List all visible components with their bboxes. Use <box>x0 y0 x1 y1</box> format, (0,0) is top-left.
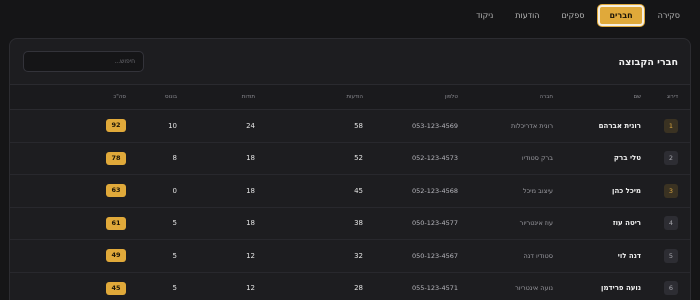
thanks-count: 18 <box>246 154 255 163</box>
thanks-count: 12 <box>246 251 255 260</box>
header-name[interactable]: שם <box>553 84 645 110</box>
messages-count: 58 <box>354 121 363 130</box>
member-company: עיצוב מיכל <box>523 186 553 195</box>
member-company: עוז אינטריור <box>519 219 553 228</box>
table-row[interactable]: 1 רונית אברהם רונית אדריכלות 053-123-456… <box>10 110 690 142</box>
score-badge: 78 <box>106 151 126 165</box>
score-badge: 61 <box>106 216 126 230</box>
bonus-count: 5 <box>172 219 177 228</box>
member-name[interactable]: ריטה עוז <box>613 219 641 227</box>
thanks-count: 24 <box>246 121 255 130</box>
table-row[interactable]: 5 דנה לוי סטודיו דנה 050-123-4567 32 12 … <box>10 240 690 272</box>
score-badge: 45 <box>106 281 126 295</box>
score-badge: 49 <box>106 249 126 263</box>
app-root: סקירה חברים ספקים הודעות ניקוד חברי הקבו… <box>0 0 700 300</box>
member-company: סטודיו דנה <box>523 251 553 260</box>
tab-members[interactable]: חברים <box>598 4 644 26</box>
tab-suppliers[interactable]: ספקים <box>554 7 593 24</box>
bonus-count: 5 <box>172 284 177 293</box>
messages-count: 45 <box>354 186 363 195</box>
score-badge: 63 <box>106 184 126 198</box>
rank-badge: 4 <box>664 216 678 231</box>
messages-count: 32 <box>354 251 363 260</box>
member-name[interactable]: טלי ברק <box>614 154 641 162</box>
panel-title: חברי הקבוצה <box>618 57 678 68</box>
tab-scoring[interactable]: ניקוד <box>468 7 501 24</box>
member-name[interactable]: מיכל כהן <box>612 187 641 195</box>
bonus-count: 10 <box>168 121 177 130</box>
member-phone: 055-123-4571 <box>411 284 458 293</box>
members-panel: חברי הקבוצה דירוג שם חברה טלפון הודעות ת… <box>9 38 691 300</box>
member-name[interactable]: דנה לוי <box>618 252 641 260</box>
bonus-count: 8 <box>172 154 177 163</box>
thanks-count: 18 <box>246 219 255 228</box>
rank-badge: 2 <box>664 151 678 166</box>
rank-badge: 3 <box>664 183 678 198</box>
header-phone[interactable]: טלפון <box>383 84 458 110</box>
rank-badge: 6 <box>664 281 678 296</box>
header-rank[interactable]: דירוג <box>645 84 690 110</box>
header-messages[interactable]: הודעות <box>273 84 383 110</box>
messages-count: 28 <box>354 284 363 293</box>
header-company[interactable]: חברה <box>458 84 553 110</box>
header-bonus[interactable]: בונוס <box>130 84 203 110</box>
bonus-count: 5 <box>172 251 177 260</box>
rank-badge: 5 <box>664 248 678 263</box>
member-phone: 052-123-4573 <box>411 154 458 163</box>
table-row[interactable]: 4 ריטה עוז עוז אינטריור 050-123-4577 38 … <box>10 207 690 240</box>
member-company: רונית אדריכלות <box>510 121 553 130</box>
score-badge: 92 <box>106 119 126 133</box>
thanks-count: 12 <box>246 284 255 293</box>
table-row[interactable]: 6 נועה פרידמן נועה אינטריור 055-123-4571… <box>10 272 690 300</box>
member-name[interactable]: רונית אברהם <box>599 122 641 130</box>
table-row[interactable]: 2 טלי ברק ברק סטודיו 052-123-4573 52 18 … <box>10 142 690 175</box>
member-phone: 050-123-4577 <box>411 219 458 228</box>
member-phone: 052-123-4568 <box>411 186 458 195</box>
member-phone: 050-123-4567 <box>411 251 458 260</box>
tab-messages[interactable]: הודעות <box>507 7 547 24</box>
messages-count: 52 <box>354 154 363 163</box>
header-total[interactable]: סה"כ <box>10 84 130 110</box>
member-company: נועה אינטריור <box>515 284 553 293</box>
thanks-count: 18 <box>246 186 255 195</box>
member-name[interactable]: נועה פרידמן <box>601 284 641 292</box>
member-phone: 053-123-4569 <box>411 121 458 130</box>
table-header-row: דירוג שם חברה טלפון הודעות תודות בונוס ס… <box>10 84 690 110</box>
top-navigation: סקירה חברים ספקים הודעות ניקוד <box>0 0 700 30</box>
search-input[interactable] <box>23 51 144 72</box>
header-thanks[interactable]: תודות <box>203 84 273 110</box>
rank-badge: 1 <box>664 118 678 133</box>
members-table: דירוג שם חברה טלפון הודעות תודות בונוס ס… <box>10 84 690 300</box>
member-company: ברק סטודיו <box>521 154 553 163</box>
table-row[interactable]: 3 מיכל כהן עיצוב מיכל 052-123-4568 45 18… <box>10 175 690 207</box>
tab-overview[interactable]: סקירה <box>650 7 688 24</box>
messages-count: 38 <box>354 219 363 228</box>
bonus-count: 0 <box>172 186 177 195</box>
